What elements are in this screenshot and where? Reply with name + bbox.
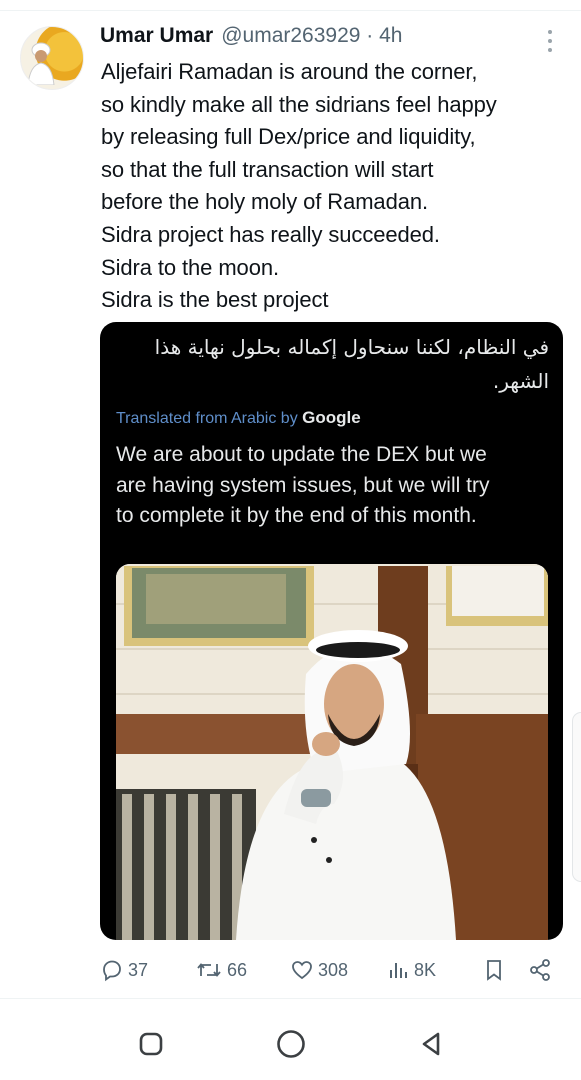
arabic-line: في النظام، لكننا سنحاول إكماله بحلول نها… xyxy=(154,335,549,359)
tweet-text: Aljefairi Ramadan is around the corner, … xyxy=(101,56,571,317)
views-icon xyxy=(390,963,407,978)
translated-from-label: Translated from Arabic by xyxy=(116,410,298,427)
tweet-line: by releasing full Dex/price and liquidit… xyxy=(101,124,476,150)
view-count: 8K xyxy=(414,959,437,980)
recent-apps-button[interactable] xyxy=(135,1028,167,1060)
photo[interactable] xyxy=(116,564,548,940)
translation-attribution[interactable]: Translated from Arabic by Google xyxy=(116,408,361,428)
avatar-person-icon xyxy=(27,42,55,85)
home-button[interactable] xyxy=(275,1028,307,1060)
top-divider xyxy=(0,10,581,11)
translator-name: Google xyxy=(302,408,361,427)
more-vertical-icon[interactable] xyxy=(545,30,555,52)
reply-button[interactable]: 37 xyxy=(100,955,148,985)
tweet-line: Sidra to the moon. xyxy=(101,254,279,280)
tweet-line: Sidra project has really succeeded. xyxy=(101,221,440,247)
portrait-photo xyxy=(116,564,548,940)
system-nav-bar xyxy=(0,1000,581,1080)
translation-line: are having system issues, but we will tr… xyxy=(116,473,490,497)
tweet-actions: 37 66 308 8K xyxy=(100,955,565,985)
back-button[interactable] xyxy=(416,1028,448,1060)
tweet-line: so kindly make all the sidrians feel hap… xyxy=(101,91,497,117)
tweet-line: before the holy moly of Ramadan. xyxy=(101,189,428,215)
reply-icon xyxy=(103,960,121,982)
tweet-line: Aljefairi Ramadan is around the corner, xyxy=(101,59,478,84)
back-icon xyxy=(422,1032,440,1056)
translation-line: to complete it by the end of this month. xyxy=(116,504,477,527)
side-panel-handle[interactable] xyxy=(572,712,581,882)
author-name[interactable]: Umar Umar xyxy=(100,24,213,48)
bookmark-button[interactable] xyxy=(483,955,505,985)
heart-icon xyxy=(292,961,312,980)
author-handle-time[interactable]: @umar263929 · 4h xyxy=(221,24,402,48)
like-count: 308 xyxy=(318,959,349,980)
translation-line: We are about to update the DEX but we xyxy=(116,443,487,466)
translation-text: We are about to update the DEX but we ar… xyxy=(116,440,556,532)
tweet-header: Umar Umar @umar263929 · 4h xyxy=(100,24,402,54)
reply-count: 37 xyxy=(128,959,149,980)
repost-count: 66 xyxy=(227,959,248,980)
share-button[interactable] xyxy=(528,955,552,985)
bottom-divider xyxy=(0,998,581,999)
tweet-line: Sidra is the best project xyxy=(101,287,329,313)
arabic-text: في النظام، لكننا سنحاول إكماله بحلول نها… xyxy=(109,330,549,398)
recent-apps-icon xyxy=(139,1032,163,1056)
repost-icon xyxy=(197,963,221,977)
tweet-line: so that the full transaction will start xyxy=(101,156,434,182)
share-icon xyxy=(530,959,550,981)
home-icon xyxy=(277,1030,305,1058)
bookmark-icon xyxy=(487,960,501,981)
like-button[interactable]: 308 xyxy=(290,955,348,985)
media-card[interactable]: في النظام، لكننا سنحاول إكماله بحلول نها… xyxy=(100,322,563,940)
avatar[interactable] xyxy=(20,26,84,90)
arabic-line: الشهر. xyxy=(492,369,549,393)
repost-button[interactable]: 66 xyxy=(195,955,247,985)
views-button[interactable]: 8K xyxy=(386,955,436,985)
